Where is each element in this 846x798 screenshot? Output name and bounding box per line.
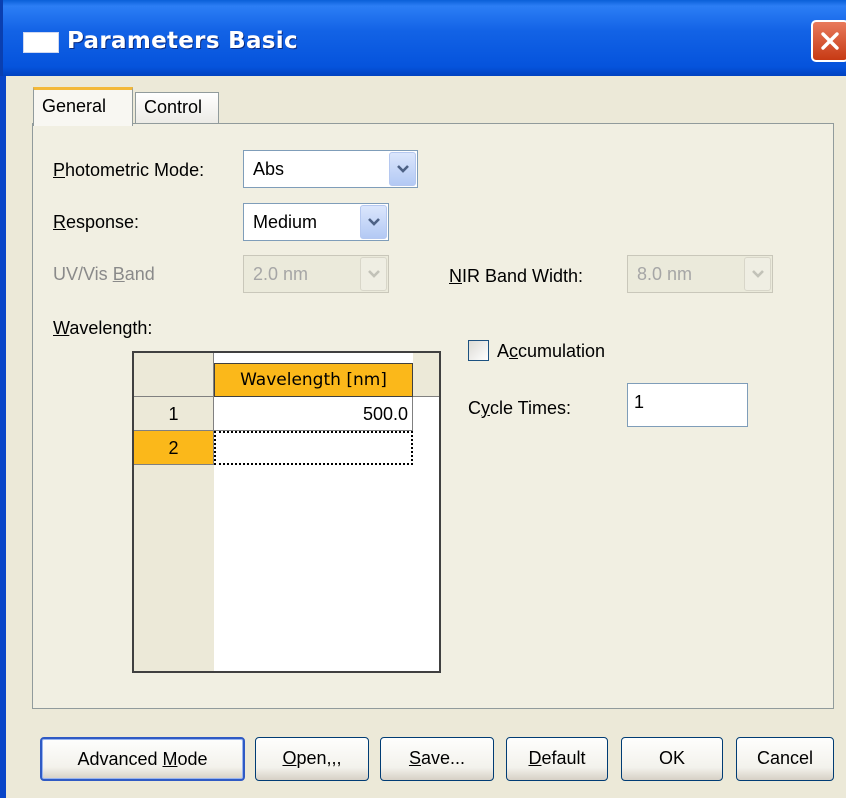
photometric-mode-label: Photometric Mode:: [53, 160, 205, 180]
chevron-down-icon: [368, 218, 380, 226]
title-bar[interactable]: Parameters Basic: [0, 0, 846, 76]
uvvis-band-dropdown: 2.0 nm: [243, 255, 389, 293]
window-icon: [23, 32, 59, 53]
row-number-2[interactable]: 2: [134, 431, 214, 465]
chevron-down-icon: [368, 270, 380, 278]
close-button[interactable]: [811, 20, 846, 62]
window-frame: [0, 76, 6, 798]
wavelength-grid[interactable]: Wavelength [nm] 1 500.0 2: [132, 351, 441, 673]
parameters-dialog: Parameters Basic General Control Photome…: [0, 0, 846, 798]
wavelength-cell-1[interactable]: 500.0: [214, 397, 413, 431]
uvvis-band-dropdown-button: [360, 257, 387, 291]
wavelength-label: Wavelength:: [53, 318, 153, 338]
tab-general-label: General: [42, 96, 107, 116]
tab-control-label: Control: [144, 97, 203, 117]
photometric-mode-value: Abs: [253, 159, 285, 179]
response-value: Medium: [253, 212, 318, 232]
cycle-times-input[interactable]: 1: [627, 383, 748, 427]
accumulation-label[interactable]: Accumulation: [497, 341, 605, 362]
tab-general[interactable]: General: [33, 87, 133, 126]
column-header-filler: [413, 353, 439, 397]
open-button[interactable]: Open,,,: [255, 737, 369, 781]
accumulation-checkbox[interactable]: [468, 340, 489, 361]
default-button[interactable]: Default: [506, 737, 608, 781]
window-title: Parameters Basic: [67, 28, 298, 54]
save-button[interactable]: Save...: [380, 737, 494, 781]
wavelength-column-header[interactable]: Wavelength [nm]: [214, 363, 413, 397]
close-icon: [821, 32, 839, 50]
response-dropdown-button[interactable]: [360, 205, 387, 239]
tab-control[interactable]: Control: [135, 92, 219, 123]
ok-button[interactable]: OK: [621, 737, 723, 781]
uvvis-band-label: UV/Vis Band: [53, 264, 155, 284]
wavelength-cell-2[interactable]: [214, 431, 413, 465]
nir-band-width-dropdown-button: [744, 257, 771, 291]
photometric-mode-dropdown[interactable]: Abs: [243, 150, 418, 188]
row-number-1[interactable]: 1: [134, 397, 214, 431]
nir-band-width-value: 8.0 nm: [637, 264, 693, 284]
advanced-mode-button[interactable]: Advanced Mode: [40, 737, 245, 781]
nir-band-width-dropdown: 8.0 nm: [627, 255, 773, 293]
response-label: Response:: [53, 212, 140, 232]
grid-corner: [134, 353, 214, 397]
nir-band-width-label: NIR Band Width:: [449, 266, 584, 286]
photometric-mode-dropdown-button[interactable]: [389, 152, 416, 186]
chevron-down-icon: [752, 270, 764, 278]
chevron-down-icon: [397, 165, 409, 173]
uvvis-band-value: 2.0 nm: [253, 264, 309, 284]
cancel-button[interactable]: Cancel: [736, 737, 834, 781]
cycle-times-label: Cycle Times:: [468, 398, 572, 418]
response-dropdown[interactable]: Medium: [243, 203, 389, 241]
